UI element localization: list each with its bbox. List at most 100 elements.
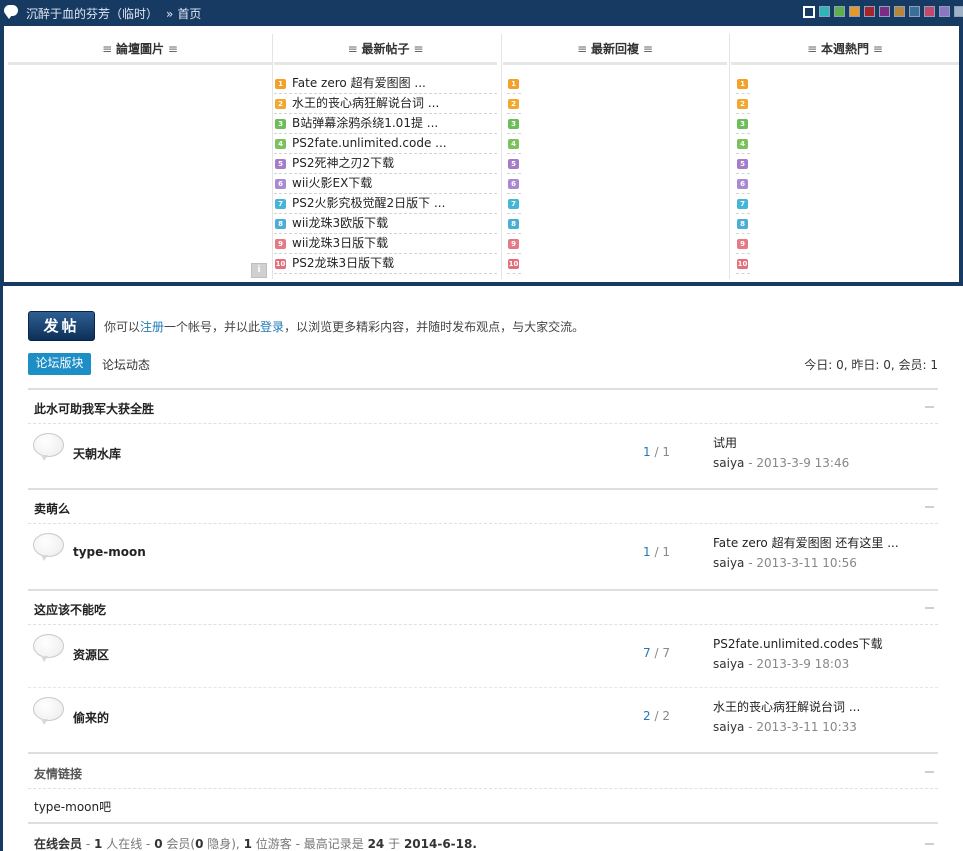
forum-name[interactable]: 天朝水库 bbox=[73, 445, 121, 462]
forum-name[interactable]: 资源区 bbox=[73, 646, 109, 663]
collapse-icon[interactable] bbox=[925, 506, 934, 508]
theme-swatch[interactable] bbox=[879, 6, 890, 17]
group-title[interactable]: 这应该不能吃 bbox=[34, 601, 106, 618]
list-item: 7 bbox=[507, 194, 521, 214]
list-item[interactable]: 3 B站弹幕涂鸦杀绕1.01提 ... bbox=[274, 114, 497, 134]
home-link[interactable]: 首页 bbox=[177, 7, 201, 21]
list-item: 4 bbox=[736, 134, 750, 154]
post-link[interactable]: Fate zero 超有爱图图 ... bbox=[292, 76, 426, 90]
collapse-icon[interactable] bbox=[925, 406, 934, 408]
rank-badge-icon: 1 bbox=[737, 79, 748, 89]
site-name-link[interactable]: 沉醉于血的芬芳（临时） bbox=[26, 7, 158, 21]
theme-swatch[interactable] bbox=[954, 6, 963, 17]
rank-badge-icon: 4 bbox=[508, 139, 519, 149]
theme-swatch[interactable] bbox=[939, 6, 950, 17]
list-item: 5 bbox=[736, 154, 750, 174]
register-link[interactable]: 注册 bbox=[140, 320, 164, 334]
list-item[interactable]: 2 水王的丧心病狂解说台词 ... bbox=[274, 94, 497, 114]
list-item: 10 bbox=[736, 254, 750, 274]
group-title[interactable]: 此水可助我军大获全胜 bbox=[34, 400, 154, 417]
forum-count: 2 / 2 bbox=[643, 709, 670, 723]
theme-swatch[interactable] bbox=[909, 6, 920, 17]
forum-bubble-icon bbox=[33, 433, 64, 461]
tab-forum-activity[interactable]: 论坛动态 bbox=[102, 356, 150, 373]
list-item[interactable]: 6 wii火影EX下载 bbox=[274, 174, 497, 194]
post-link[interactable]: wii龙珠3日版下载 bbox=[292, 236, 388, 250]
last-post-title[interactable]: 试用 bbox=[713, 434, 849, 451]
forum-group: 卖萌么 type-moon 1 / 1 Fate zero 超有爱图图 还有这里… bbox=[28, 488, 938, 587]
column-header: ≡ 最新回複 ≡ bbox=[503, 34, 727, 65]
last-post-title[interactable]: PS2fate.unlimited.codes下载 bbox=[713, 635, 883, 652]
group-header: 这应该不能吃 bbox=[28, 589, 938, 625]
latest-posts-list: 1 Fate zero 超有爱图图 ... 2 水王的丧心病狂解说台词 ... 3 B站弹… bbox=[274, 74, 497, 274]
list-item[interactable]: 4 PS2fate.unlimited.code ... bbox=[274, 134, 497, 154]
post-link[interactable]: B站弹幕涂鸦杀绕1.01提 ... bbox=[292, 116, 438, 130]
latest-replies-column: ≡ 最新回複 ≡ 1 2 3 4 5 6 7 8 9 10 bbox=[503, 34, 727, 279]
list-item: 10 bbox=[507, 254, 521, 274]
last-post-user[interactable]: saiya bbox=[713, 556, 744, 570]
list-item[interactable]: 7 PS2火影究极觉醒2日版下 ... bbox=[274, 194, 497, 214]
collapse-icon[interactable] bbox=[925, 843, 934, 845]
theme-swatch[interactable] bbox=[819, 6, 830, 17]
post-link[interactable]: PS2火影究极觉醒2日版下 ... bbox=[292, 196, 445, 210]
rank-badge-icon: 10 bbox=[508, 259, 519, 269]
post-link[interactable]: PS2死神之刃2下载 bbox=[292, 156, 394, 170]
login-link[interactable]: 登录 bbox=[260, 320, 284, 334]
post-link[interactable]: 水王的丧心病狂解说台词 ... bbox=[292, 96, 439, 110]
friend-link[interactable]: type-moon吧 bbox=[34, 798, 111, 815]
post-link[interactable]: wii火影EX下载 bbox=[292, 176, 372, 190]
chat-bubble-icon bbox=[4, 5, 18, 19]
collapse-icon[interactable] bbox=[925, 607, 934, 609]
theme-swatch[interactable] bbox=[864, 6, 875, 17]
forum-name[interactable]: type-moon bbox=[73, 545, 146, 559]
theme-swatch[interactable] bbox=[834, 6, 845, 17]
forum-last-post: 水王的丧心病狂解说台词 ... saiya - 2013-3-11 10:33 bbox=[713, 698, 860, 734]
collapse-icon[interactable] bbox=[925, 771, 934, 773]
rank-badge-icon: 9 bbox=[508, 239, 519, 249]
post-link[interactable]: wii龙珠3欧版下载 bbox=[292, 216, 388, 230]
list-item[interactable]: 10 PS2龙珠3日版下载 bbox=[274, 254, 497, 274]
column-divider bbox=[501, 34, 502, 279]
online-label[interactable]: 在线会员 bbox=[34, 837, 82, 851]
rank-badge-icon: 6 bbox=[737, 179, 748, 189]
forum-group: 此水可助我军大获全胜 天朝水库 1 / 1 试用 saiya - 2013-3-… bbox=[28, 388, 938, 487]
last-post-user[interactable]: saiya bbox=[713, 720, 744, 734]
tab-forum-boards[interactable]: 论坛版块 bbox=[28, 353, 91, 375]
list-item[interactable]: 1 Fate zero 超有爱图图 ... bbox=[274, 74, 497, 94]
last-post-title[interactable]: Fate zero 超有爱图图 还有这里 ... bbox=[713, 534, 899, 551]
last-post-user[interactable]: saiya bbox=[713, 657, 744, 671]
rank-badge-icon: 9 bbox=[275, 239, 286, 249]
rank-badge-icon: 10 bbox=[275, 259, 286, 269]
info-icon[interactable]: i bbox=[251, 263, 267, 278]
forum-row: 天朝水库 1 / 1 试用 saiya - 2013-3-9 13:46 bbox=[28, 424, 938, 487]
forum-count: 1 / 1 bbox=[643, 545, 670, 559]
list-item: 3 bbox=[507, 114, 521, 134]
rank-badge-icon: 4 bbox=[737, 139, 748, 149]
rank-badge-icon: 2 bbox=[508, 99, 519, 109]
rank-badge-icon: 10 bbox=[737, 259, 748, 269]
list-item: 9 bbox=[507, 234, 521, 254]
list-item[interactable]: 9 wii龙珠3日版下载 bbox=[274, 234, 497, 254]
forum-bubble-icon bbox=[33, 533, 64, 561]
group-header: 此水可助我军大获全胜 bbox=[28, 388, 938, 424]
theme-swatch[interactable] bbox=[849, 6, 860, 17]
rank-badge-icon: 7 bbox=[508, 199, 519, 209]
forum-name[interactable]: 偷来的 bbox=[73, 709, 109, 726]
top-bar: 沉醉于血的芬芳（临时） » 首页 bbox=[0, 0, 963, 26]
last-post-user[interactable]: saiya bbox=[713, 456, 744, 470]
new-post-button[interactable]: 发帖 bbox=[28, 311, 95, 341]
theme-swatch[interactable] bbox=[894, 6, 905, 17]
group-title[interactable]: 卖萌么 bbox=[34, 500, 70, 517]
latest-replies-list: 1 2 3 4 5 6 7 8 9 10 bbox=[507, 74, 727, 274]
last-post-time: - 2013-3-11 10:33 bbox=[748, 720, 857, 734]
list-item[interactable]: 8 wii龙珠3欧版下载 bbox=[274, 214, 497, 234]
list-item: 6 bbox=[736, 174, 750, 194]
theme-swatch[interactable] bbox=[803, 6, 815, 18]
forum-last-post: 试用 saiya - 2013-3-9 13:46 bbox=[713, 434, 849, 470]
rank-badge-icon: 3 bbox=[508, 119, 519, 129]
post-link[interactable]: PS2fate.unlimited.code ... bbox=[292, 136, 447, 150]
theme-swatch[interactable] bbox=[924, 6, 935, 17]
list-item[interactable]: 5 PS2死神之刃2下载 bbox=[274, 154, 497, 174]
post-link[interactable]: PS2龙珠3日版下载 bbox=[292, 256, 394, 270]
last-post-title[interactable]: 水王的丧心病狂解说台词 ... bbox=[713, 698, 860, 715]
